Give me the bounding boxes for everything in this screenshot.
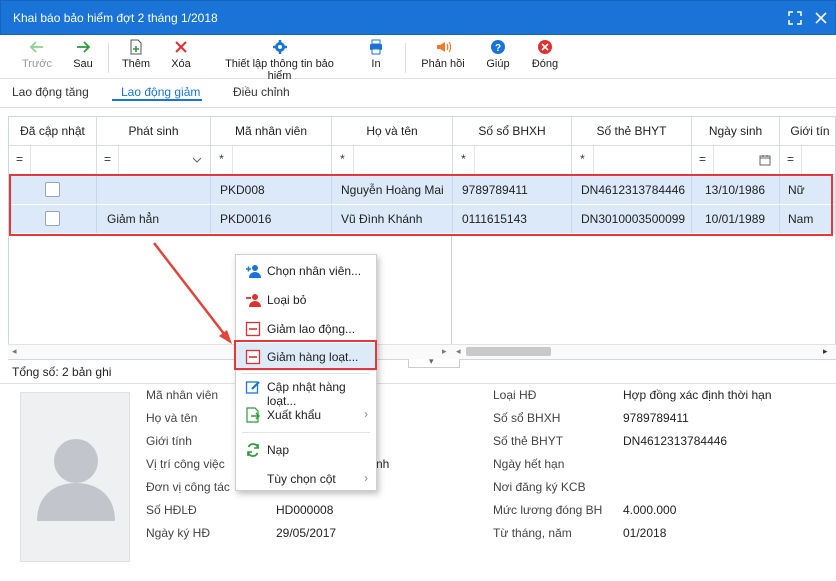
edit-icon: [245, 381, 260, 394]
context-menu: Chọn nhân viên... Loại bỏ Giảm lao động.…: [235, 254, 377, 491]
annotation-arrow: [153, 242, 232, 344]
menu-item-reduce-labor[interactable]: Giảm lao động...: [236, 315, 376, 343]
export-icon: [246, 407, 261, 423]
menu-item-reload[interactable]: Nạp: [236, 436, 376, 464]
add-user-icon: [246, 265, 261, 278]
menu-item-remove[interactable]: Loại bỏ: [236, 286, 376, 314]
menu-item-select-employee[interactable]: Chọn nhân viên...: [236, 257, 376, 285]
minus-box-icon: [245, 321, 261, 337]
menu-item-bulk-update[interactable]: Cập nhật hàng loạt...: [236, 373, 376, 408]
remove-user-icon: [246, 294, 261, 307]
menu-item-column-options[interactable]: Tùy chọn cột ›: [236, 465, 376, 493]
refresh-icon: [247, 443, 259, 457]
menu-highlight-box: [234, 340, 377, 370]
chevron-right-icon: ›: [364, 471, 368, 485]
menu-item-export[interactable]: Xuất khẩu ›: [236, 401, 376, 429]
chevron-right-icon: ›: [364, 407, 368, 421]
